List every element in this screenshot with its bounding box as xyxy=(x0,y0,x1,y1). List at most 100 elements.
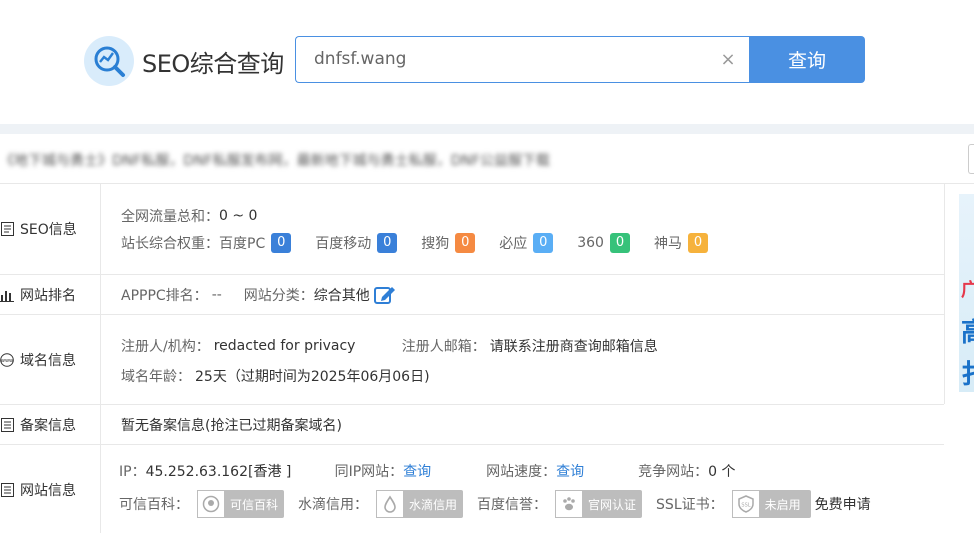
ad-char-1: 广 xyxy=(961,280,974,301)
ssl-shield-icon: SSL xyxy=(731,490,760,518)
category-label: 网站分类： xyxy=(243,288,314,304)
domain-label: 域名信息 xyxy=(20,352,76,369)
registrant-value: redacted for privacy xyxy=(213,338,356,354)
ad-char-2: 高 xyxy=(961,312,974,349)
engine-name: 搜狗 xyxy=(421,236,450,252)
icp-row: 备案信息 暂无备案信息(抢注已过期备案域名) xyxy=(0,405,944,445)
list-icon xyxy=(0,483,14,497)
same-ip-link[interactable]: 查询 xyxy=(403,461,486,481)
age-value: 25天（过期时间为2025年06月06日) xyxy=(195,369,430,385)
ssl-badge-label: 未启用 xyxy=(764,497,801,512)
search-input[interactable] xyxy=(314,49,694,69)
email-value: 请联系注册商查询邮箱信息 xyxy=(489,339,658,355)
ip-value: 45.252.63.162[香港 ] xyxy=(145,464,292,480)
document-icon xyxy=(0,222,14,236)
site-info-row: 网站信息 IP： 45.252.63.162[香港 ] 同IP网站： 查询 网站… xyxy=(0,445,944,533)
logo-text: SEO综合查询 xyxy=(142,49,284,78)
icp-line: 暂无备案信息(抢注已过期备案域名) xyxy=(121,415,342,435)
baidu-cred-badge-label: 官网认证 xyxy=(588,497,637,512)
baidu-cred-badge[interactable]: 官网认证 xyxy=(555,490,643,518)
weight-line: 站长综合权重： 百度PC 0 百度移动 0 搜狗 0 必应 0 360 0 神马 0 xyxy=(121,233,732,253)
info-table: SEO信息 全网流量总和： 0 ~ 0 站长综合权重： 百度PC 0 百度移动 0 搜狗… xyxy=(0,184,944,533)
seo-info-row: SEO信息 全网流量总和： 0 ~ 0 站长综合权重： 百度PC 0 百度移动 0 搜狗… xyxy=(0,184,944,275)
seo-query-page: SEO综合查询 × 查询 《地下城与勇士》DNF私服，DNF私服发布网，最新地下… xyxy=(0,0,974,533)
engine-name: 360 xyxy=(577,235,604,251)
svg-text:SSL: SSL xyxy=(741,503,750,509)
ad-char-3: 扌 xyxy=(961,354,974,391)
rank-row: 网站排名 APPPC排名： -- 网站分类： 综合其他 xyxy=(0,275,944,315)
competitor-label: 竞争网站： xyxy=(638,464,709,480)
site-info-label: 网站信息 xyxy=(20,483,76,499)
traffic-label: 全网流量总和： xyxy=(121,209,219,225)
rank-label: 网站排名 xyxy=(20,287,76,304)
side-ad-banner[interactable]: 广 高 扌 xyxy=(959,194,974,392)
ip-line: IP： 45.252.63.162[香港 ] 同IP网站： 查询 网站速度： 查… xyxy=(119,461,736,481)
engine-weight-badge[interactable]: 0 xyxy=(377,233,398,253)
ip-label: IP： xyxy=(119,464,146,480)
engine-weight-badge[interactable]: 0 xyxy=(271,233,292,253)
logo-chart-icon xyxy=(84,36,134,86)
clear-icon[interactable]: × xyxy=(718,50,738,70)
kexin-badge[interactable]: 可信百科 xyxy=(197,490,285,518)
side-ad[interactable]: 广 高 扌 xyxy=(944,184,974,404)
icp-value: 暂无备案信息(抢注已过期备案域名) xyxy=(121,418,342,434)
globe-icon: www xyxy=(0,352,14,367)
traffic-value: 0 ~ 0 xyxy=(219,208,258,224)
divider-band xyxy=(0,124,974,134)
seo-info-label: SEO信息 xyxy=(20,222,77,238)
apppc-label: APPPC排名： xyxy=(121,288,208,304)
engine-weight-badge[interactable]: 0 xyxy=(455,233,476,253)
water-drop-icon xyxy=(376,490,405,518)
engine-name: 必应 xyxy=(499,236,528,252)
icp-label: 备案信息 xyxy=(20,417,76,434)
domain-label-cell: www 域名信息 xyxy=(0,315,101,404)
desc-side-button[interactable] xyxy=(968,144,974,174)
ssl-label: SSL证书： xyxy=(656,497,724,513)
domain-row: www 域名信息 注册人/机构： redacted for privacy 注册… xyxy=(0,315,944,405)
site-info-label-cell: 网站信息 xyxy=(0,445,101,533)
engine-weight-badge[interactable]: 0 xyxy=(687,233,708,253)
shuidi-label: 水滴信用： xyxy=(298,497,369,513)
kexin-icon xyxy=(197,490,225,518)
email-label: 注册人邮箱： xyxy=(401,339,486,355)
speed-label: 网站速度： xyxy=(486,464,557,480)
traffic-line: 全网流量总和： 0 ~ 0 xyxy=(121,206,257,226)
seo-info-label-cell: SEO信息 xyxy=(0,184,101,274)
ssl-badge[interactable]: SSL 未启用 xyxy=(731,490,811,518)
rank-line: APPPC排名： -- 网站分类： 综合其他 xyxy=(121,285,396,305)
site-description: 《地下城与勇士》DNF私服，DNF私服发布网，最新地下城与勇士私服，DNF公益服… xyxy=(0,153,550,169)
engine-weight-badge[interactable]: 0 xyxy=(533,233,554,253)
age-label: 域名年龄： xyxy=(121,369,191,385)
free-apply-link[interactable]: 免费申请 xyxy=(815,494,871,514)
competitor-value: 0 个 xyxy=(708,464,736,480)
logo[interactable]: SEO综合查询 xyxy=(84,36,284,86)
site-description-row: 《地下城与勇士》DNF私服，DNF私服发布网，最新地下城与勇士私服，DNF公益服… xyxy=(0,134,974,184)
search-box: × xyxy=(295,36,750,83)
engine-name: 百度移动 xyxy=(315,236,372,252)
kexin-badge-label: 可信百科 xyxy=(230,497,279,512)
kexin-label: 可信百科： xyxy=(119,497,189,513)
icp-label-cell: 备案信息 xyxy=(0,405,101,444)
weight-label: 站长综合权重： xyxy=(121,236,219,252)
paw-icon xyxy=(555,490,584,518)
age-line: 域名年龄： 25天（过期时间为2025年06月06日) xyxy=(121,366,430,386)
registrant-line: 注册人/机构： redacted for privacy 注册人邮箱： 请联系注… xyxy=(121,336,658,356)
search-button[interactable]: 查询 xyxy=(749,36,865,83)
header: SEO综合查询 × 查询 xyxy=(0,0,974,124)
bar-chart-icon xyxy=(0,288,14,302)
apppc-value: -- xyxy=(211,287,222,303)
baidu-cred-label: 百度信誉： xyxy=(477,497,548,513)
credit-line: 可信百科： 可信百科 水滴信用： 水滴信用 百度信誉： 官网认证 SSL证书： … xyxy=(119,490,871,518)
engine-badges: 百度PC 0 百度移动 0 搜狗 0 必应 0 360 0 神马 0 xyxy=(219,233,732,253)
rank-label-cell: 网站排名 xyxy=(0,275,101,314)
svg-text:www: www xyxy=(1,358,13,364)
shuidi-badge-label: 水滴信用 xyxy=(409,497,458,512)
speed-link[interactable]: 查询 xyxy=(556,461,638,481)
category-value: 综合其他 xyxy=(313,288,370,304)
engine-weight-badge[interactable]: 0 xyxy=(609,233,630,253)
same-ip-label: 同IP网站： xyxy=(334,464,404,480)
engine-name: 百度PC xyxy=(219,236,266,252)
shuidi-badge[interactable]: 水滴信用 xyxy=(376,490,464,518)
edit-icon[interactable] xyxy=(373,285,396,305)
record-icon xyxy=(0,417,14,432)
